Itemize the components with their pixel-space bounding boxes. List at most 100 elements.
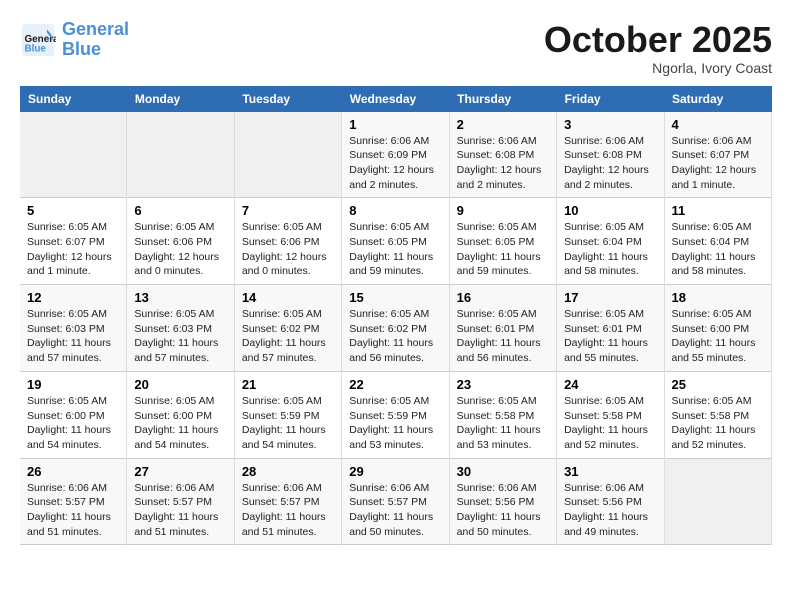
calendar-header: Sunday Monday Tuesday Wednesday Thursday…: [20, 86, 772, 112]
calendar-cell: 16Sunrise: 6:05 AMSunset: 6:01 PMDayligh…: [449, 285, 556, 372]
calendar-table: Sunday Monday Tuesday Wednesday Thursday…: [20, 86, 772, 546]
calendar-week-row: 26 Sunrise: 6:06 AMSunset: 5:57 PMDayligh…: [20, 458, 772, 545]
calendar-cell: 17 Sunrise: 6:05 AMSunset: 6:01 PMDayligh…: [557, 285, 664, 372]
day-number: 29: [349, 464, 441, 479]
col-friday: Friday: [557, 86, 664, 112]
day-info: Sunrise: 6:05 AMSunset: 6:03 PMDaylight:…: [27, 307, 119, 366]
calendar-week-row: 5 Sunrise: 6:05 AMSunset: 6:07 PMDaylight…: [20, 198, 772, 285]
day-info: Sunrise: 6:05 AMSunset: 6:05 PMDaylight:…: [457, 220, 549, 279]
day-number: 12: [27, 290, 119, 305]
col-thursday: Thursday: [449, 86, 556, 112]
calendar-cell: 3 Sunrise: 6:06 AMSunset: 6:08 PMDaylight…: [557, 112, 664, 198]
calendar-cell: 4 Sunrise: 6:06 AMSunset: 6:07 PMDaylight…: [664, 112, 772, 198]
day-info: Sunrise: 6:05 AMSunset: 5:58 PMDaylight:…: [672, 394, 765, 453]
calendar-cell: 24 Sunrise: 6:05 AMSunset: 5:58 PMDayligh…: [557, 371, 664, 458]
day-info: Sunrise: 6:05 AMSunset: 6:03 PMDaylight:…: [134, 307, 226, 366]
col-sunday: Sunday: [20, 86, 127, 112]
calendar-cell: 19Sunrise: 6:05 AMSunset: 6:00 PMDayligh…: [20, 371, 127, 458]
day-number: 26: [27, 464, 119, 479]
day-number: 18: [672, 290, 765, 305]
calendar-week-row: 1Sunrise: 6:06 AMSunset: 6:09 PMDaylight…: [20, 112, 772, 198]
day-number: 13: [134, 290, 226, 305]
logo: General Blue GeneralBlue: [20, 20, 129, 60]
day-info: Sunrise: 6:05 AMSunset: 6:06 PMDaylight:…: [242, 220, 334, 279]
day-info: Sunrise: 6:05 AMSunset: 5:58 PMDaylight:…: [457, 394, 549, 453]
calendar-cell: 2 Sunrise: 6:06 AMSunset: 6:08 PMDaylight…: [449, 112, 556, 198]
day-number: 4: [672, 117, 765, 132]
day-number: 14: [242, 290, 334, 305]
day-info: Sunrise: 6:06 AMSunset: 5:57 PMDaylight:…: [349, 481, 441, 540]
day-info: Sunrise: 6:05 AMSunset: 5:59 PMDaylight:…: [349, 394, 441, 453]
calendar-cell: 10Sunrise: 6:05 AMSunset: 6:04 PMDayligh…: [557, 198, 664, 285]
calendar-cell: 5 Sunrise: 6:05 AMSunset: 6:07 PMDaylight…: [20, 198, 127, 285]
day-info: Sunrise: 6:06 AMSunset: 6:07 PMDaylight:…: [672, 134, 765, 193]
calendar-cell: 18 Sunrise: 6:05 AMSunset: 6:00 PMDayligh…: [664, 285, 772, 372]
col-wednesday: Wednesday: [342, 86, 449, 112]
month-title: October 2025: [544, 20, 772, 60]
calendar-cell: 30Sunrise: 6:06 AMSunset: 5:56 PMDayligh…: [449, 458, 556, 545]
day-number: 5: [27, 203, 119, 218]
day-info: Sunrise: 6:06 AMSunset: 6:08 PMDaylight:…: [457, 134, 549, 193]
day-number: 2: [457, 117, 549, 132]
day-info: Sunrise: 6:05 AMSunset: 6:02 PMDaylight:…: [242, 307, 334, 366]
day-number: 17: [564, 290, 656, 305]
page-header: General Blue GeneralBlue October 2025 Ng…: [20, 20, 772, 76]
day-info: Sunrise: 6:05 AMSunset: 6:00 PMDaylight:…: [134, 394, 226, 453]
location-subtitle: Ngorla, Ivory Coast: [544, 60, 772, 76]
calendar-cell: 7 Sunrise: 6:05 AMSunset: 6:06 PMDaylight…: [234, 198, 341, 285]
day-info: Sunrise: 6:05 AMSunset: 6:00 PMDaylight:…: [27, 394, 119, 453]
day-number: 11: [672, 203, 765, 218]
calendar-cell: 1Sunrise: 6:06 AMSunset: 6:09 PMDaylight…: [342, 112, 449, 198]
day-info: Sunrise: 6:06 AMSunset: 5:57 PMDaylight:…: [27, 481, 119, 540]
day-number: 31: [564, 464, 656, 479]
day-info: Sunrise: 6:06 AMSunset: 5:57 PMDaylight:…: [242, 481, 334, 540]
calendar-cell: 15 Sunrise: 6:05 AMSunset: 6:02 PMDayligh…: [342, 285, 449, 372]
calendar-cell: 23 Sunrise: 6:05 AMSunset: 5:58 PMDayligh…: [449, 371, 556, 458]
day-number: 7: [242, 203, 334, 218]
day-number: 22: [349, 377, 441, 392]
col-monday: Monday: [127, 86, 234, 112]
calendar-body: 1Sunrise: 6:06 AMSunset: 6:09 PMDaylight…: [20, 112, 772, 545]
day-info: Sunrise: 6:06 AMSunset: 6:08 PMDaylight:…: [564, 134, 656, 193]
day-number: 30: [457, 464, 549, 479]
day-number: 27: [134, 464, 226, 479]
day-info: Sunrise: 6:05 AMSunset: 6:04 PMDaylight:…: [672, 220, 765, 279]
calendar-cell: 27Sunrise: 6:06 AMSunset: 5:57 PMDayligh…: [127, 458, 234, 545]
calendar-cell: 12 Sunrise: 6:05 AMSunset: 6:03 PMDayligh…: [20, 285, 127, 372]
day-info: Sunrise: 6:05 AMSunset: 6:07 PMDaylight:…: [27, 220, 119, 279]
day-number: 21: [242, 377, 334, 392]
day-number: 1: [349, 117, 441, 132]
calendar-cell: 20Sunrise: 6:05 AMSunset: 6:00 PMDayligh…: [127, 371, 234, 458]
day-info: Sunrise: 6:05 AMSunset: 5:58 PMDaylight:…: [564, 394, 656, 453]
calendar-cell: 29 Sunrise: 6:06 AMSunset: 5:57 PMDayligh…: [342, 458, 449, 545]
calendar-cell: 22 Sunrise: 6:05 AMSunset: 5:59 PMDayligh…: [342, 371, 449, 458]
calendar-week-row: 19Sunrise: 6:05 AMSunset: 6:00 PMDayligh…: [20, 371, 772, 458]
day-number: 16: [457, 290, 549, 305]
day-number: 15: [349, 290, 441, 305]
day-number: 10: [564, 203, 656, 218]
col-tuesday: Tuesday: [234, 86, 341, 112]
calendar-cell: [20, 112, 127, 198]
day-number: 9: [457, 203, 549, 218]
day-number: 3: [564, 117, 656, 132]
day-info: Sunrise: 6:06 AMSunset: 5:56 PMDaylight:…: [564, 481, 656, 540]
day-info: Sunrise: 6:05 AMSunset: 6:05 PMDaylight:…: [349, 220, 441, 279]
calendar-cell: 26 Sunrise: 6:06 AMSunset: 5:57 PMDayligh…: [20, 458, 127, 545]
calendar-cell: 25Sunrise: 6:05 AMSunset: 5:58 PMDayligh…: [664, 371, 772, 458]
day-number: 28: [242, 464, 334, 479]
calendar-week-row: 12 Sunrise: 6:05 AMSunset: 6:03 PMDayligh…: [20, 285, 772, 372]
calendar-cell: 11 Sunrise: 6:05 AMSunset: 6:04 PMDayligh…: [664, 198, 772, 285]
day-info: Sunrise: 6:05 AMSunset: 6:00 PMDaylight:…: [672, 307, 765, 366]
calendar-cell: [234, 112, 341, 198]
calendar-cell: 8Sunrise: 6:05 AMSunset: 6:05 PMDaylight…: [342, 198, 449, 285]
calendar-cell: [127, 112, 234, 198]
day-number: 24: [564, 377, 656, 392]
day-info: Sunrise: 6:05 AMSunset: 6:01 PMDaylight:…: [564, 307, 656, 366]
logo-text: GeneralBlue: [62, 20, 129, 60]
day-number: 23: [457, 377, 549, 392]
calendar-cell: [664, 458, 772, 545]
day-info: Sunrise: 6:05 AMSunset: 6:02 PMDaylight:…: [349, 307, 441, 366]
calendar-cell: 6Sunrise: 6:05 AMSunset: 6:06 PMDaylight…: [127, 198, 234, 285]
svg-text:Blue: Blue: [25, 43, 47, 54]
day-number: 6: [134, 203, 226, 218]
